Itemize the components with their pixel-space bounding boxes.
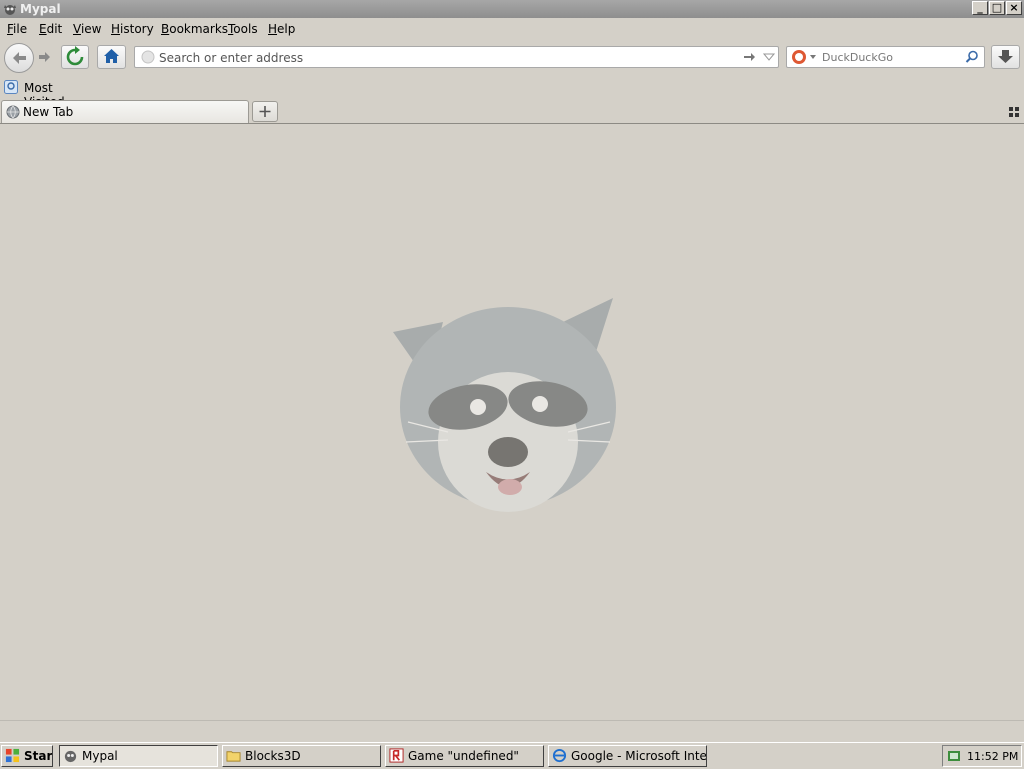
bookmark-most-visited[interactable]: Most Visited [4,80,88,109]
ie-icon [552,748,567,763]
address-placeholder: Search or enter address [159,51,304,65]
start-button[interactable]: Start [1,745,53,767]
back-button[interactable] [4,43,34,73]
home-icon [104,49,119,63]
task-label: Google - Microsoft Intern... [571,749,707,763]
search-placeholder: DuckDuckGo [822,51,893,64]
close-button[interactable]: × [1006,1,1022,15]
dropdown-arrow-icon[interactable] [763,52,775,64]
back-arrow-icon [13,52,26,64]
address-bar[interactable]: Search or enter address [134,46,779,68]
system-tray: 11:52 PM [942,745,1022,767]
taskbar: Start Mypal Blocks3D Game "undefined" Go… [0,742,1024,769]
menu-tools[interactable]: Tools [228,22,258,36]
search-magnifier-icon[interactable] [965,50,979,64]
game-icon [389,748,404,763]
menu-bar: File Edit View History Bookmarks Tools H… [0,19,1024,39]
navigation-toolbar: Search or enter address DuckDuckGo [0,40,1024,76]
start-label: Start [24,749,53,763]
forward-button[interactable] [34,45,56,69]
mypal-icon [4,5,16,15]
reload-button[interactable] [61,45,89,69]
bookmarks-toolbar: Most Visited [0,78,1024,109]
tab-grid-icon[interactable] [1008,106,1020,118]
folder-icon [226,751,241,762]
task-blocks3d[interactable]: Blocks3D [222,745,381,767]
duckduckgo-icon[interactable] [790,48,816,66]
menu-view[interactable]: View [73,22,101,36]
clock: 11:52 PM [967,750,1019,763]
page-content [0,124,1024,720]
tray-icon[interactable] [947,749,961,763]
reload-icon [66,46,84,66]
raccoon-logo-icon [393,298,616,512]
window-titlebar: Mypal _ □ × [0,0,1024,18]
mypal-icon [64,750,77,763]
task-google-ie[interactable]: Google - Microsoft Intern... [548,745,707,767]
globe-icon [6,105,20,119]
download-icon [998,50,1013,63]
minimize-button[interactable]: _ [972,1,988,15]
menu-help[interactable]: Help [268,22,295,36]
tab-label: New Tab [23,105,74,119]
downloads-button[interactable] [991,45,1020,69]
most-visited-icon [4,80,18,94]
go-arrow-icon[interactable] [742,50,756,64]
menu-edit[interactable]: Edit [39,22,62,36]
menu-bookmarks[interactable]: Bookmarks [161,22,228,36]
tab-strip: New Tab [0,99,1024,124]
globe-icon [141,50,155,64]
forward-arrow-icon [39,52,50,62]
new-tab-plus-icon [259,106,271,117]
windows-flag-icon [5,748,20,763]
status-line [0,720,1024,741]
window-title: Mypal [20,2,61,16]
new-tab-button[interactable] [252,101,278,122]
menu-history[interactable]: History [111,22,154,36]
task-label: Blocks3D [245,749,301,763]
menu-file[interactable]: File [7,22,27,36]
home-button[interactable] [97,45,126,69]
search-bar[interactable]: DuckDuckGo [786,46,985,68]
task-label: Mypal [82,749,118,763]
tab-new-tab[interactable]: New Tab [1,100,249,123]
restore-button[interactable]: □ [989,1,1005,15]
task-mypal[interactable]: Mypal [59,745,218,767]
task-game-undefined[interactable]: Game "undefined" [385,745,544,767]
task-label: Game "undefined" [408,749,519,763]
